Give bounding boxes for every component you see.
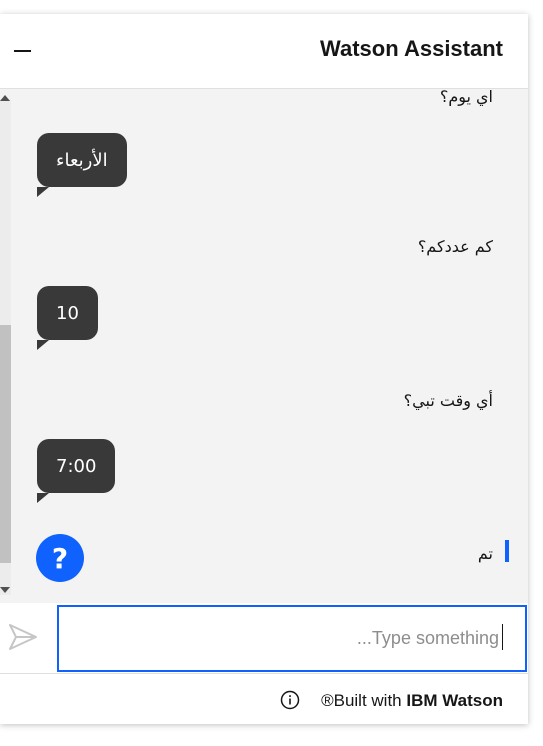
text-cursor [502,624,503,650]
message-list[interactable]: اي يوم؟ الأربعاء كم عددكم؟ 10 أي وقت تبي… [0,89,528,603]
scroll-up-arrow-icon[interactable] [0,95,10,101]
input-row [0,603,528,673]
bot-message: الأربعاء [37,133,127,197]
bot-message-text: 10 [56,302,79,324]
user-message: كم عددكم؟ [417,237,493,256]
user-message: اي يوم؟ [439,89,493,106]
chat-header: Watson Assistant [0,14,528,89]
help-icon: ? [51,541,69,575]
send-icon[interactable] [8,623,38,651]
scrollbar[interactable] [0,99,11,595]
footer-brand[interactable]: IBM Watson [406,691,503,710]
minimize-icon[interactable] [14,50,31,52]
chat-widget: Watson Assistant اي يوم؟ الأربعاء كم عدد… [0,14,528,724]
bot-message-text: 7:00 [56,455,97,477]
bot-message: 10 [37,286,98,350]
bubble-tail [37,187,49,197]
message-indicator-bar [505,540,509,562]
bot-message-text: الأربعاء [56,149,108,171]
scrollbar-thumb[interactable] [0,325,11,563]
info-icon[interactable] [280,690,300,710]
user-message: أي وقت تبي؟ [403,391,493,410]
footer: ®Built with IBM Watson [0,673,528,724]
message-input[interactable] [57,605,527,672]
bubble-tail [37,340,49,350]
bubble-tail [37,493,49,503]
chat-title: Watson Assistant [320,36,503,61]
bot-message: 7:00 [37,439,116,503]
built-with-label: ®Built with IBM Watson [321,691,503,711]
scroll-down-arrow-icon[interactable] [0,587,10,593]
footer-prefix: ®Built with [321,691,407,710]
user-message: تم [477,544,493,563]
help-button[interactable]: ? [36,534,84,582]
